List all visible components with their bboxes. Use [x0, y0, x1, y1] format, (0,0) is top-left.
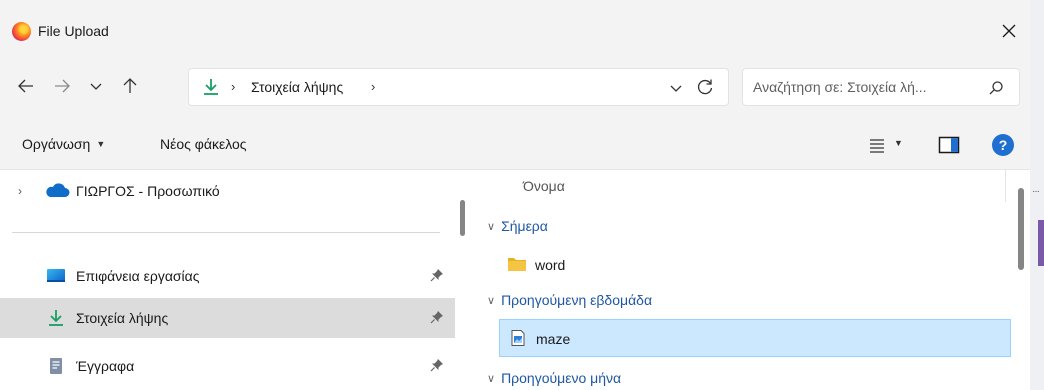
- group-header-today[interactable]: ∨ Σήμερα: [487, 218, 548, 234]
- search-input[interactable]: [753, 77, 975, 97]
- organize-label: Οργάνωση: [22, 136, 91, 152]
- sidebar-item-label: Έγγραφα: [76, 358, 135, 374]
- view-options-caret-icon[interactable]: ▼: [894, 138, 903, 148]
- file-list: Όνομα ∨ Σήμερα word ∨ Προηγούμενη εβδομά…: [475, 170, 1030, 390]
- document-icon: [50, 358, 62, 374]
- file-upload-dialog: File Upload › Στοιχεία λήψης › Αναζήτηση…: [0, 0, 1030, 390]
- command-bar: Οργάνωση ▼ Νέος φάκελος ▼ ?: [0, 122, 1030, 170]
- organize-button[interactable]: Οργάνωση ▼: [22, 136, 105, 152]
- close-button[interactable]: [996, 18, 1022, 44]
- group-header-last-month[interactable]: ∨ Προηγούμενο μήνα: [487, 370, 621, 386]
- help-icon[interactable]: ?: [992, 134, 1014, 156]
- caret-down-icon: ▼: [96, 139, 106, 149]
- recent-locations-button[interactable]: [84, 74, 108, 98]
- background-accent: [1038, 220, 1044, 266]
- close-icon: [1002, 24, 1016, 38]
- arrow-left-icon: [18, 79, 33, 93]
- firefox-icon: [12, 22, 31, 41]
- refresh-icon[interactable]: [695, 77, 715, 97]
- onedrive-personal-item[interactable]: ΓΙΩΡΓΟΣ - Προσωπικό: [76, 183, 220, 199]
- search-icon[interactable]: [987, 79, 1005, 97]
- nav-pane-scrollbar[interactable]: [460, 200, 465, 236]
- back-button[interactable]: [14, 74, 38, 98]
- sidebar-item-label: Στοιχεία λήψης: [76, 310, 169, 326]
- arrow-right-icon: [55, 79, 70, 93]
- column-separator[interactable]: [1005, 170, 1006, 202]
- arrow-up-icon: [123, 78, 137, 93]
- download-icon: [49, 310, 63, 326]
- title-bar: File Upload: [0, 0, 1030, 52]
- sidebar-item-downloads[interactable]: Στοιχεία λήψης: [0, 298, 455, 338]
- breadcrumb-chevron-icon[interactable]: ›: [371, 79, 375, 94]
- more-icon: ···: [1032, 186, 1040, 197]
- onedrive-cloud-icon: [46, 183, 70, 197]
- up-button[interactable]: [118, 74, 142, 98]
- image-file-icon: [511, 330, 525, 346]
- sidebar-item-desktop[interactable]: Επιφάνεια εργασίας: [0, 256, 455, 296]
- address-bar[interactable]: › Στοιχεία λήψης ›: [188, 68, 729, 106]
- address-dropdown-icon[interactable]: [667, 79, 685, 97]
- group-label: Σήμερα: [501, 218, 548, 234]
- preview-pane-icon[interactable]: [938, 136, 960, 154]
- new-folder-button[interactable]: Νέος φάκελος: [160, 136, 247, 152]
- chevron-down-icon: [90, 83, 102, 90]
- column-header-name[interactable]: Όνομα: [523, 178, 565, 194]
- download-icon: [204, 79, 218, 95]
- breadcrumb-chevron-icon[interactable]: ›: [231, 79, 235, 94]
- forward-button[interactable]: [50, 74, 74, 98]
- expand-chevron-icon[interactable]: ›: [18, 184, 22, 198]
- sidebar-item-label: Επιφάνεια εργασίας: [76, 268, 200, 284]
- sidebar-item-documents[interactable]: Έγγραφα: [0, 346, 455, 386]
- file-name: word: [535, 257, 566, 273]
- background-window-edge: ···: [1030, 0, 1044, 390]
- folder-icon: [508, 258, 526, 271]
- file-list-scrollbar[interactable]: [1018, 188, 1024, 270]
- list-item[interactable]: word: [499, 246, 1011, 284]
- nav-divider: [12, 232, 440, 233]
- breadcrumb-downloads[interactable]: Στοιχεία λήψης: [251, 79, 343, 95]
- chevron-down-icon: ∨: [487, 372, 496, 385]
- group-label: Προηγούμενη εβδομάδα: [501, 292, 653, 308]
- search-box[interactable]: [742, 68, 1020, 106]
- window-title: File Upload: [38, 23, 109, 39]
- pin-icon: [430, 311, 443, 324]
- chevron-down-icon: ∨: [487, 294, 496, 307]
- desktop-icon: [47, 269, 65, 282]
- list-view-icon[interactable]: [868, 136, 886, 154]
- file-name: maze: [536, 331, 571, 347]
- group-header-last-week[interactable]: ∨ Προηγούμενη εβδομάδα: [487, 292, 652, 308]
- new-folder-label: Νέος φάκελος: [160, 136, 247, 152]
- chevron-down-icon: ∨: [487, 220, 496, 233]
- pin-icon: [430, 269, 443, 282]
- navigation-pane: › ΓΙΩΡΓΟΣ - Προσωπικό Επιφάνεια εργασίας: [0, 170, 455, 390]
- group-label: Προηγούμενο μήνα: [501, 370, 622, 386]
- pin-icon: [430, 359, 443, 372]
- address-row: › Στοιχεία λήψης ›: [0, 52, 1030, 122]
- list-item[interactable]: maze: [499, 319, 1011, 357]
